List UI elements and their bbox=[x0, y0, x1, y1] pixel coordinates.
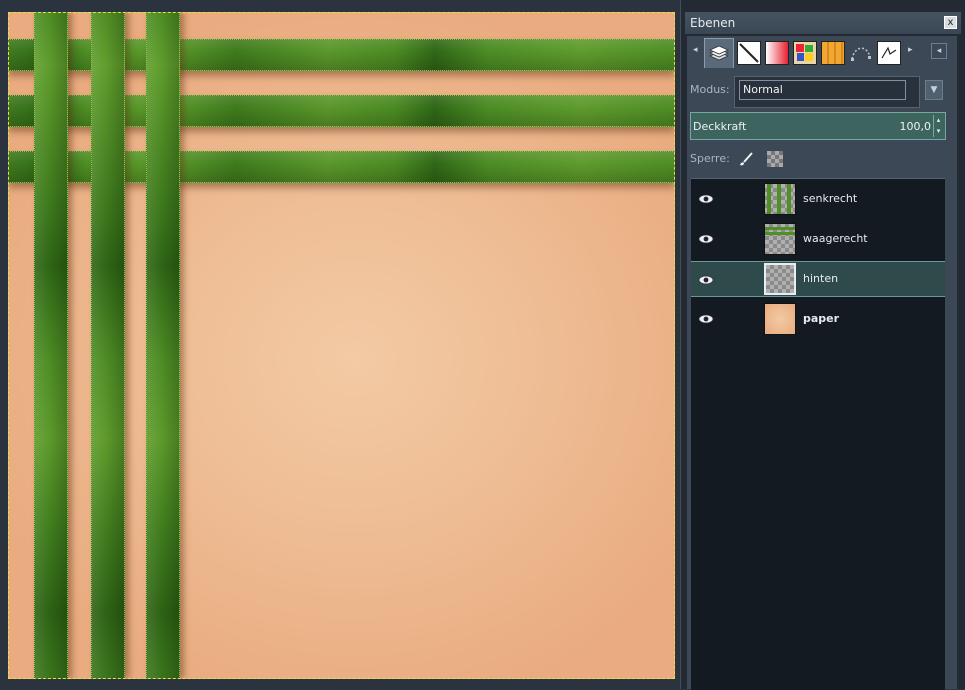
mode-select[interactable]: Normal bbox=[739, 80, 906, 100]
opacity-value: 100,0 bbox=[899, 120, 932, 133]
lock-pixels-brush-icon[interactable] bbox=[737, 150, 755, 168]
layer-row[interactable]: senkrecht bbox=[691, 181, 945, 217]
scroll-left-icon[interactable]: ◂ bbox=[693, 45, 698, 55]
layer-row-selected[interactable]: hinten bbox=[691, 261, 945, 297]
mode-label: Modus: bbox=[690, 83, 730, 96]
chevron-down-icon: ▼ bbox=[930, 85, 938, 95]
layer-name[interactable]: hinten bbox=[803, 272, 838, 285]
layer-thumbnail[interactable] bbox=[764, 223, 796, 255]
tab-paths[interactable] bbox=[849, 41, 873, 65]
opacity-label: Deckkraft bbox=[693, 120, 747, 133]
layers-dock: Ebenen x ◂ ▸ ◂ Modus: Normal ▼ Deckkraft… bbox=[680, 0, 965, 690]
layer-name[interactable]: paper bbox=[803, 312, 839, 325]
dock-menu-icon[interactable]: ◂ bbox=[931, 43, 947, 59]
tab-layers[interactable] bbox=[704, 38, 734, 68]
mode-dropdown-button[interactable]: ▼ bbox=[925, 80, 943, 100]
vertical-ribbon bbox=[34, 12, 68, 679]
scroll-right-icon[interactable]: ▸ bbox=[908, 45, 913, 55]
layer-thumbnail[interactable] bbox=[764, 303, 796, 335]
layers-panel: Modus: Normal ▼ Deckkraft 100,0 ▴ ▾ Sperr… bbox=[687, 68, 957, 690]
dock-title-bar[interactable]: Ebenen x bbox=[685, 12, 961, 34]
layer-row[interactable]: waagerecht bbox=[691, 221, 945, 257]
image-canvas[interactable] bbox=[8, 12, 675, 679]
layer-thumbnail[interactable] bbox=[764, 183, 796, 215]
layer-row[interactable]: paper bbox=[691, 301, 945, 337]
tab-tool-presets[interactable] bbox=[877, 41, 901, 65]
lock-label: Sperre: bbox=[690, 152, 730, 165]
palettes-icon bbox=[796, 44, 813, 61]
opacity-spin-button[interactable]: ▴ ▾ bbox=[933, 115, 943, 137]
paths-icon bbox=[851, 47, 871, 61]
tab-patterns[interactable] bbox=[821, 41, 845, 65]
vertical-ribbon bbox=[146, 12, 180, 679]
tool-presets-icon bbox=[881, 46, 897, 59]
opacity-slider[interactable]: Deckkraft 100,0 ▴ ▾ bbox=[690, 112, 946, 140]
tab-gradients[interactable] bbox=[765, 41, 789, 65]
layer-name[interactable]: senkrecht bbox=[803, 192, 857, 205]
lock-alpha-checker-icon[interactable] bbox=[767, 151, 783, 167]
eye-icon[interactable] bbox=[698, 193, 714, 205]
layer-list[interactable]: senkrecht waagerecht hinten paper bbox=[691, 178, 945, 690]
close-button[interactable]: x bbox=[944, 16, 957, 29]
layers-icon bbox=[709, 45, 729, 61]
eye-icon[interactable] bbox=[698, 274, 714, 286]
layer-thumbnail[interactable] bbox=[764, 263, 796, 295]
dock-tab-bar: ◂ ▸ ◂ bbox=[687, 36, 957, 68]
layer-name[interactable]: waagerecht bbox=[803, 232, 868, 245]
eye-icon[interactable] bbox=[698, 233, 714, 245]
tab-palettes[interactable] bbox=[793, 41, 817, 65]
vertical-ribbon bbox=[91, 12, 125, 679]
channels-icon bbox=[739, 43, 759, 63]
image-canvas-area[interactable] bbox=[0, 0, 680, 689]
layer-list-scrollbar[interactable] bbox=[947, 178, 957, 689]
eye-icon[interactable] bbox=[698, 313, 714, 325]
tab-channels[interactable] bbox=[737, 41, 761, 65]
dock-title: Ebenen bbox=[690, 16, 736, 30]
